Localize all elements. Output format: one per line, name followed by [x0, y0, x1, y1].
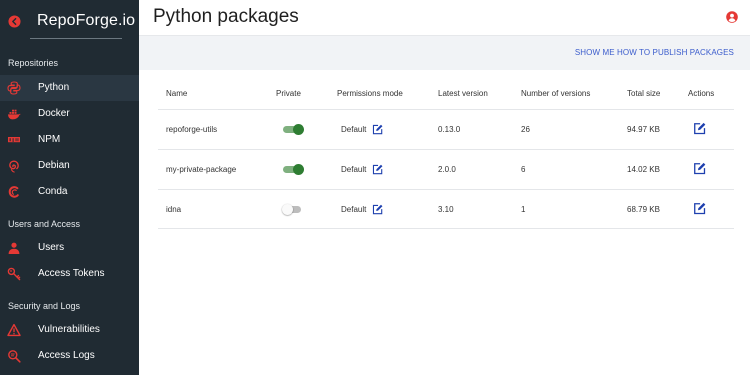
sidebar-item-access-logs[interactable]: Access Logs	[0, 343, 139, 369]
total-size: 14.02 KB	[627, 165, 660, 174]
circle-chevron-left-icon[interactable]	[8, 15, 21, 28]
sidebar-item-access-tokens[interactable]: Access Tokens	[0, 261, 139, 287]
table-row: repoforge-utils Default 0.13.0 26 94.97 …	[158, 109, 734, 149]
conda-icon	[8, 186, 19, 198]
edit-icon[interactable]	[372, 164, 383, 175]
private-toggle[interactable]	[282, 204, 304, 215]
users-icon	[8, 242, 20, 254]
permissions-mode-value: Default	[341, 165, 367, 174]
column-header-name: Name	[166, 89, 188, 98]
sidebar-item-label: Python	[38, 82, 70, 93]
sidebar-item-users[interactable]: Users	[0, 235, 139, 261]
sidebar-item-label: Vulnerabilities	[38, 324, 100, 335]
versions-count: 26	[521, 125, 530, 134]
table-row: idna Default 3.10 1 68.79 KB	[158, 189, 734, 229]
brand: RepoForge.io	[0, 0, 139, 44]
section-heading-repositories: Repositories	[8, 58, 59, 68]
table-divider	[158, 228, 734, 229]
user-avatar-icon[interactable]	[726, 11, 738, 23]
private-toggle[interactable]	[282, 124, 304, 135]
npm-icon	[8, 137, 20, 143]
sidebar-item-vulnerabilities[interactable]: Vulnerabilities	[0, 317, 139, 343]
table-row: my-private-package Default 2.0.0 6 14.02…	[158, 149, 734, 189]
debian-icon	[9, 160, 19, 173]
sub-toolbar: SHOW ME HOW TO PUBLISH PACKAGES	[139, 35, 750, 70]
sidebar-item-debian[interactable]: Debian	[0, 153, 139, 179]
column-header-latest-version: Latest version	[438, 89, 488, 98]
column-header-permissions-mode: Permissions mode	[337, 89, 403, 98]
edit-icon[interactable]	[693, 122, 706, 135]
edit-icon[interactable]	[693, 162, 706, 175]
sidebar-item-label: NPM	[38, 134, 61, 145]
key-icon	[7, 267, 21, 281]
column-header-number-of-versions: Number of versions	[521, 89, 591, 98]
latest-version: 2.0.0	[438, 165, 456, 174]
column-header-actions: Actions	[688, 89, 715, 98]
logs-icon	[8, 350, 21, 363]
package-name[interactable]: my-private-package	[166, 165, 236, 174]
package-name[interactable]: idna	[166, 205, 181, 214]
total-size: 94.97 KB	[627, 125, 660, 134]
latest-version: 3.10	[438, 205, 454, 214]
sidebar-item-python[interactable]: Python	[0, 75, 139, 101]
private-toggle[interactable]	[282, 164, 304, 175]
edit-icon[interactable]	[372, 124, 383, 135]
page-title: Python packages	[153, 6, 299, 27]
permissions-mode-value: Default	[341, 205, 367, 214]
docker-icon	[8, 109, 21, 120]
section-heading-security-and-logs: Security and Logs	[8, 301, 81, 311]
sidebar: RepoForge.io Repositories Python Docker	[0, 0, 139, 375]
sidebar-item-label: Docker	[38, 108, 70, 119]
package-name[interactable]: repoforge-utils	[166, 125, 217, 134]
sidebar-item-label: Access Tokens	[38, 268, 105, 279]
sidebar-item-conda[interactable]: Conda	[0, 179, 139, 205]
versions-count: 1	[521, 205, 526, 214]
brand-divider	[30, 38, 122, 39]
versions-count: 6	[521, 165, 526, 174]
edit-icon[interactable]	[372, 204, 383, 215]
column-header-total-size: Total size	[627, 89, 661, 98]
edit-icon[interactable]	[693, 202, 706, 215]
section-heading-users-and-access: Users and Access	[8, 219, 81, 229]
total-size: 68.79 KB	[627, 205, 660, 214]
sidebar-item-docker[interactable]: Docker	[0, 101, 139, 127]
publish-help-link[interactable]: SHOW ME HOW TO PUBLISH PACKAGES	[575, 48, 734, 57]
warning-icon	[7, 323, 21, 337]
permissions-mode-value: Default	[341, 125, 367, 134]
sidebar-item-label: Users	[38, 242, 65, 253]
sidebar-item-label: Access Logs	[38, 350, 95, 361]
sidebar-item-label: Conda	[38, 186, 68, 197]
sidebar-item-npm[interactable]: NPM	[0, 127, 139, 153]
sidebar-item-label: Debian	[38, 160, 70, 171]
main-content: Python packages SHOW ME HOW TO PUBLISH P…	[139, 0, 750, 375]
python-icon	[7, 81, 21, 95]
latest-version: 0.13.0	[438, 125, 461, 134]
column-header-private: Private	[276, 89, 301, 98]
brand-name: RepoForge.io	[37, 12, 136, 29]
